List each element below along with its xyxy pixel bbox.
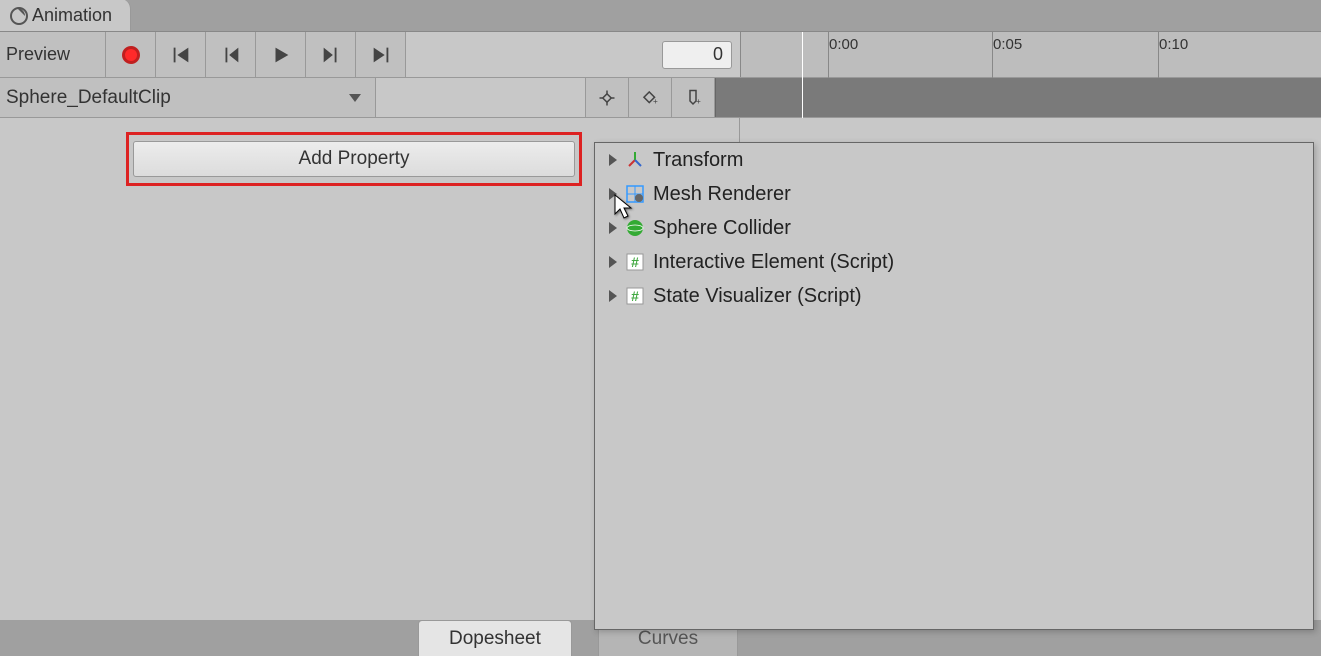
property-item-mesh-renderer[interactable]: Mesh Renderer <box>595 177 1313 211</box>
sphere-collider-icon <box>625 218 645 238</box>
expand-arrow-icon <box>609 222 617 234</box>
first-frame-button[interactable] <box>156 32 206 77</box>
property-label: State Visualizer (Script) <box>653 285 862 308</box>
last-frame-button[interactable] <box>356 32 406 77</box>
playhead[interactable] <box>802 32 803 118</box>
svg-text:+: + <box>653 97 658 106</box>
svg-text:#: # <box>631 288 639 304</box>
play-button[interactable] <box>256 32 306 77</box>
add-property-highlight: Add Property <box>126 132 582 186</box>
preview-button[interactable]: Preview <box>0 32 106 77</box>
curves-label: Curves <box>638 628 698 650</box>
record-icon <box>122 46 140 64</box>
property-item-state-visualizer[interactable]: # State Visualizer (Script) <box>595 279 1313 313</box>
add-property-label: Add Property <box>299 148 410 169</box>
clip-spacer <box>376 78 586 117</box>
expand-arrow-icon <box>609 154 617 166</box>
tab-bar: Animation <box>0 0 1321 32</box>
mouse-cursor <box>614 194 634 220</box>
diamond-plus-icon: + <box>641 89 659 107</box>
clip-row: Sphere_DefaultClip + + <box>0 78 1321 118</box>
preview-label: Preview <box>6 44 70 65</box>
clip-dropdown[interactable]: Sphere_DefaultClip <box>0 78 376 117</box>
add-event-button[interactable]: + <box>672 78 715 117</box>
add-property-button[interactable]: Add Property <box>133 141 575 177</box>
play-icon <box>270 44 292 66</box>
transform-icon <box>625 150 645 170</box>
crosshair-icon <box>598 89 616 107</box>
add-keyframe-button[interactable] <box>586 78 629 117</box>
first-frame-icon <box>170 44 192 66</box>
bottom-spacer <box>0 620 418 656</box>
dopesheet-label: Dopesheet <box>449 628 541 650</box>
add-key-diamond-button[interactable]: + <box>629 78 672 117</box>
dopesheet-tab[interactable]: Dopesheet <box>418 620 572 656</box>
property-item-sphere-collider[interactable]: Sphere Collider <box>595 211 1313 245</box>
last-frame-icon <box>370 44 392 66</box>
animation-tab[interactable]: Animation <box>0 0 131 31</box>
next-frame-button[interactable] <box>306 32 356 77</box>
property-label: Transform <box>653 149 743 172</box>
timeline-ruler[interactable]: 0:00 0:05 0:10 <box>740 32 1321 77</box>
dropdown-caret-icon <box>349 94 361 102</box>
script-icon: # <box>625 252 645 272</box>
ruler-tick-1: 0:05 <box>993 36 1022 53</box>
expand-arrow-icon <box>609 256 617 268</box>
prev-frame-icon <box>220 44 242 66</box>
timeline-track[interactable] <box>715 78 1321 117</box>
property-label: Sphere Collider <box>653 217 791 240</box>
animation-clock-icon <box>10 7 26 23</box>
ruler-tick-2: 0:10 <box>1159 36 1188 53</box>
next-frame-icon <box>320 44 342 66</box>
script-icon: # <box>625 286 645 306</box>
property-item-interactive-element[interactable]: # Interactive Element (Script) <box>595 245 1313 279</box>
property-item-transform[interactable]: Transform <box>595 143 1313 177</box>
property-label: Mesh Renderer <box>653 183 791 206</box>
record-button[interactable] <box>106 32 156 77</box>
frame-input[interactable] <box>662 41 732 69</box>
playback-controls: Preview 0:00 0:05 0:10 <box>0 32 1321 78</box>
property-popup: Transform Mesh Renderer Sphere Collider … <box>594 142 1314 630</box>
clip-name: Sphere_DefaultClip <box>6 87 171 109</box>
svg-text:#: # <box>631 254 639 270</box>
frame-input-wrap <box>406 32 740 77</box>
event-marker-icon: + <box>684 89 702 107</box>
property-label: Interactive Element (Script) <box>653 251 894 274</box>
expand-arrow-icon <box>609 290 617 302</box>
ruler-tick-0: 0:00 <box>829 36 858 53</box>
tab-title: Animation <box>32 5 112 26</box>
prev-frame-button[interactable] <box>206 32 256 77</box>
svg-text:+: + <box>696 97 701 106</box>
